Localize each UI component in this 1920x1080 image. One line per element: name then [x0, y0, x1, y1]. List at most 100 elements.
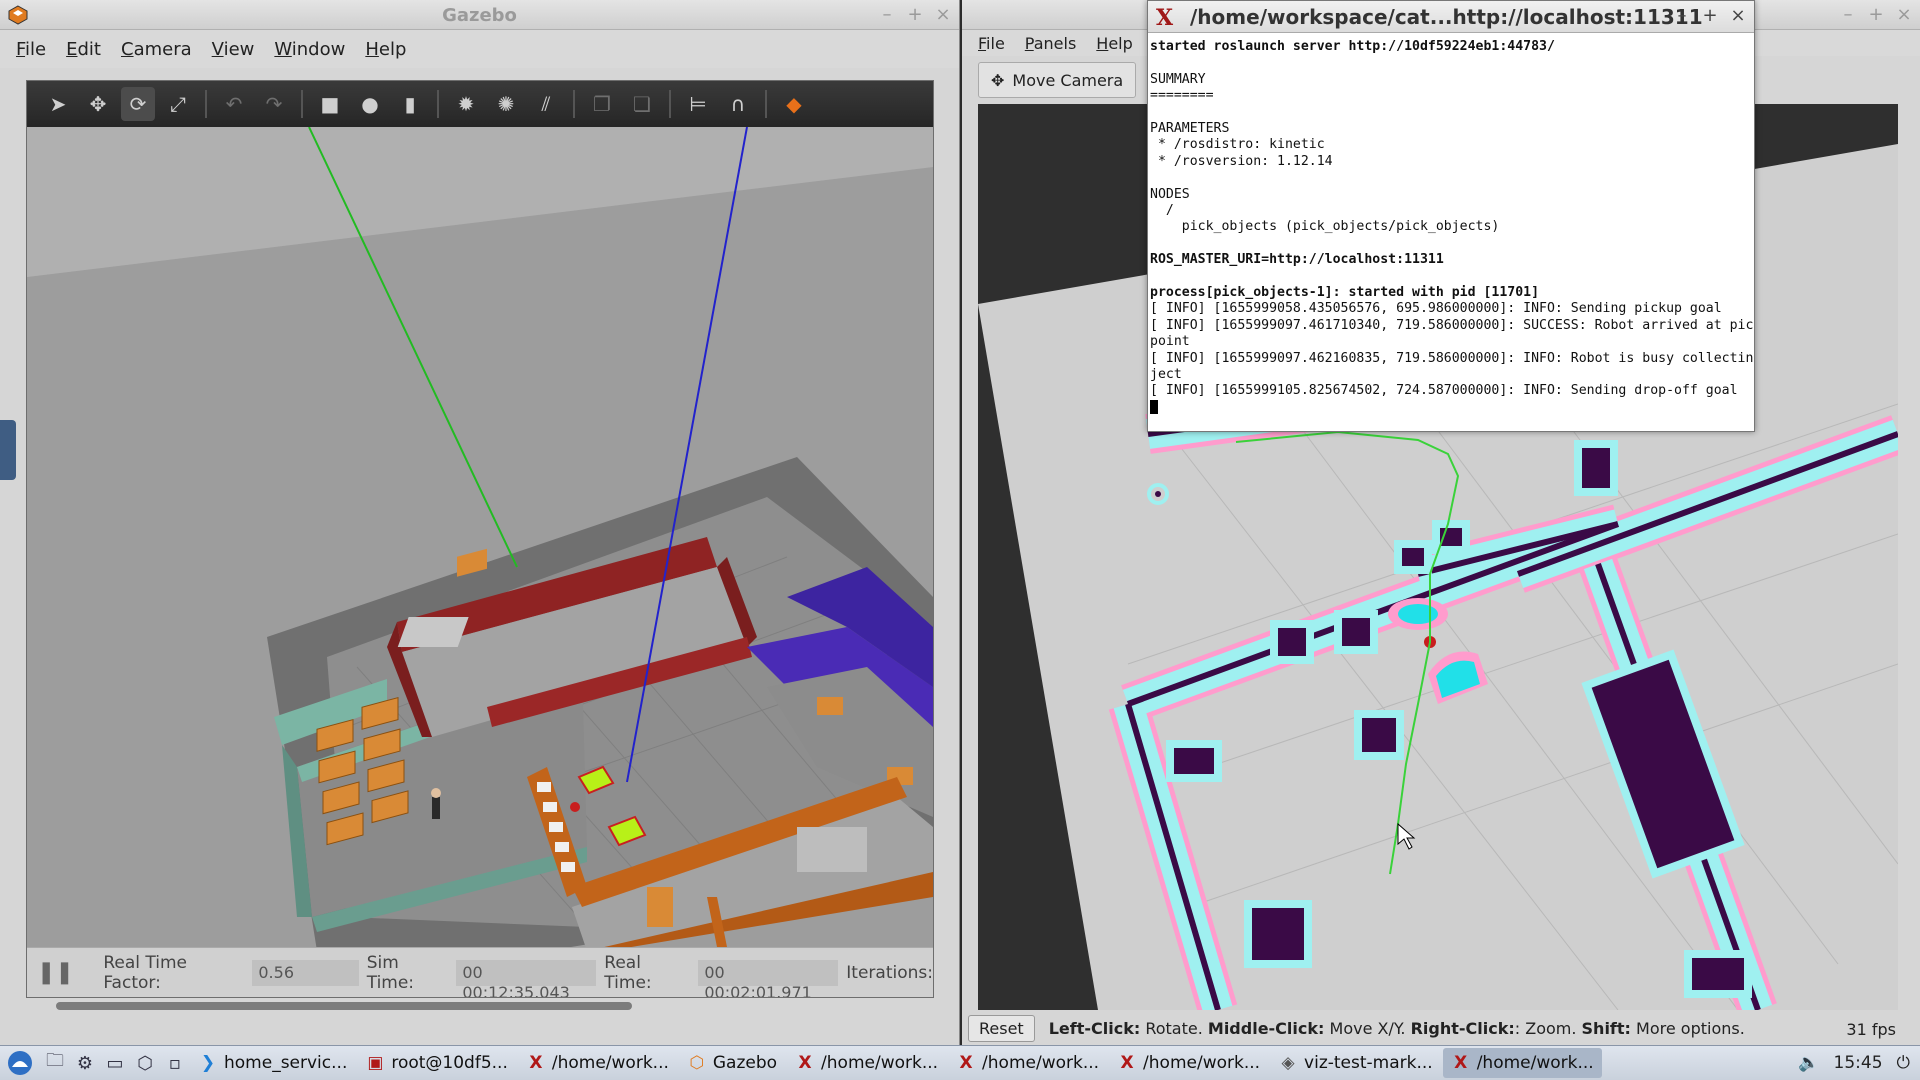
cylinder-icon[interactable]: ▮ [393, 87, 427, 121]
file-manager-icon[interactable]: 🗀 [40, 1048, 70, 1078]
taskbar-task-label: home_servic... [224, 1053, 348, 1073]
box-icon[interactable]: ■ [313, 87, 347, 121]
maximize-icon[interactable]: + [1700, 5, 1720, 26]
task-list: ❯ home_servic... ▣ root@10df5... X/home/work… [190, 1048, 1602, 1078]
snap-icon[interactable]: ∩ [721, 87, 755, 121]
gazebo-window: Gazebo – + × File Edit Camera View Windo… [0, 0, 960, 1045]
pause-icon[interactable]: ❚❚ [37, 960, 74, 985]
close-icon[interactable]: × [1894, 4, 1914, 25]
terminal-line: [ INFO] [1655999058.435056576, 695.98600… [1150, 301, 1722, 317]
taskbar-task[interactable]: X/home/work... [1109, 1048, 1268, 1078]
view-angle-icon[interactable]: ◆ [777, 87, 811, 121]
menu-panels[interactable]: Panels [1017, 30, 1085, 57]
gazebo-toolbar: ➤ ✥ ⟳ ⤢ ↶ ↷ ■ ● ▮ ✹ ✺ ⫽ ❐ ❏ ⊨ ∩ ◆ [27, 81, 933, 127]
workspace-icon[interactable]: ▫ [160, 1048, 190, 1078]
terminal-line: started roslaunch server http://10df5922… [1150, 39, 1555, 54]
left-panel-toggle[interactable] [0, 420, 16, 480]
system-tray: 🔈 15:45 ⏻ [1798, 1053, 1920, 1073]
point-light-icon[interactable]: ✹ [449, 87, 483, 121]
window-launcher-icon[interactable]: ▭ [100, 1048, 130, 1078]
terminal-line: ROS_MASTER_URI=http://localhost:11311 [1150, 252, 1444, 268]
gazebo-menubar: File Edit Camera View Window Help [0, 30, 959, 68]
rviz-statusbar: Reset Left-Click: Rotate. Middle-Click: … [962, 1012, 1920, 1045]
menu-file[interactable]: File [970, 30, 1013, 57]
gazebo-statusbar: ❚❚ Real Time Factor: 0.56 Sim Time: 00 0… [27, 947, 933, 997]
taskbar-task[interactable]: X/home/work... [518, 1048, 677, 1078]
gazebo-icon: ⬡ [689, 1053, 705, 1073]
xterm-icon: X [798, 1053, 812, 1073]
minimize-icon[interactable]: – [877, 4, 897, 25]
minimize-icon[interactable]: – [1672, 5, 1692, 26]
hint-shift-key: Shift: [1581, 1019, 1631, 1038]
volume-icon[interactable]: 🔈 [1798, 1053, 1819, 1073]
hint-left-key: Left-Click: [1048, 1019, 1141, 1038]
menu-camera[interactable]: Camera [113, 35, 200, 64]
move-camera-button[interactable]: ✥ Move Camera [978, 62, 1137, 98]
close-icon[interactable]: × [1728, 5, 1748, 26]
taskbar-task-label: Gazebo [712, 1053, 778, 1073]
fps-readout: 31 fps [1846, 1020, 1896, 1039]
copy-icon[interactable]: ❐ [585, 87, 619, 121]
settings-launcher-icon[interactable]: ⚙ [70, 1048, 100, 1078]
sim-time-label: Sim Time: [366, 952, 415, 993]
xterm-window[interactable]: X /home/workspace/cat...http://localhost… [1147, 0, 1755, 432]
xterm-icon: X [959, 1053, 973, 1073]
terminal-line: NODES [1150, 186, 1190, 202]
menu-view[interactable]: View [204, 35, 263, 64]
gazebo-3d-viewport[interactable]: ➤ ✥ ⟳ ⤢ ↶ ↷ ■ ● ▮ ✹ ✺ ⫽ ❐ ❏ ⊨ ∩ ◆ ❚❚ Rea… [26, 80, 934, 998]
gazebo-scene[interactable] [27, 127, 933, 951]
rotate-icon[interactable]: ⟳ [121, 87, 155, 121]
undo-icon[interactable]: ↶ [217, 87, 251, 121]
minimize-icon[interactable]: – [1838, 4, 1858, 25]
reset-button[interactable]: Reset [968, 1015, 1035, 1042]
taskbar-task[interactable]: ▣ root@10df5... [357, 1048, 516, 1078]
gazebo-titlebar[interactable]: Gazebo – + × [0, 0, 959, 30]
taskbar-task[interactable]: ❯ home_servic... [190, 1048, 355, 1078]
taskbar-task[interactable]: X/home/work... [1442, 1048, 1602, 1078]
terminal-output[interactable]: started roslaunch server http://10df5922… [1148, 33, 1754, 431]
close-icon[interactable]: × [933, 4, 953, 25]
rtf-value: 0.56 [252, 959, 359, 986]
menu-help[interactable]: Help [357, 35, 414, 64]
taskbar-task[interactable]: X/home/work... [948, 1048, 1107, 1078]
taskbar-task-label: /home/work... [821, 1053, 939, 1073]
view-hint: Left-Click: Rotate. Middle-Click: Move X… [1049, 1019, 1745, 1038]
translate-icon[interactable]: ✥ [81, 87, 115, 121]
taskbar-task[interactable]: ⬡ Gazebo [679, 1048, 785, 1078]
maximize-icon[interactable]: + [905, 4, 925, 25]
terminal-line: pick_objects (pick_objects/pick_objects) [1150, 219, 1500, 235]
terminal-line: [ INFO] [1655999097.461710340, 719.58600… [1150, 317, 1754, 333]
menu-edit[interactable]: Edit [58, 35, 109, 64]
menu-file[interactable]: File [8, 35, 54, 64]
select-icon[interactable]: ➤ [41, 87, 75, 121]
terminal-line: PARAMETERS [1150, 121, 1230, 136]
gazebo-horizontal-scrollbar[interactable] [56, 1002, 632, 1010]
directional-light-icon[interactable]: ⫽ [529, 87, 563, 121]
gazebo-launcher-icon[interactable]: ⬡ [130, 1048, 160, 1078]
scale-icon[interactable]: ⤢ [161, 87, 195, 121]
terminal-line: [ INFO] [1655999097.462160835, 719.58600… [1150, 350, 1754, 366]
spot-light-icon[interactable]: ✺ [489, 87, 523, 121]
power-icon[interactable]: ⏻ [1897, 1053, 1910, 1073]
taskbar-task[interactable]: ◈ viz-test-mark... [1270, 1048, 1441, 1078]
menu-window[interactable]: Window [266, 35, 353, 64]
start-menu-button[interactable] [0, 1046, 40, 1080]
align-icon[interactable]: ⊨ [681, 87, 715, 121]
start-icon [8, 1051, 32, 1075]
paste-icon[interactable]: ❏ [625, 87, 659, 121]
maximize-icon[interactable]: + [1866, 4, 1886, 25]
sphere-icon[interactable]: ● [353, 87, 387, 121]
iterations-label: Iterations: [846, 962, 933, 983]
taskbar-task[interactable]: X/home/work... [787, 1048, 946, 1078]
rviz-toolbar: ✥ Move Camera [978, 62, 1137, 100]
terminal-line: ======== [1150, 88, 1214, 104]
xterm-titlebar[interactable]: X /home/workspace/cat...http://localhost… [1148, 1, 1754, 33]
vscode-icon: ❯ [200, 1053, 216, 1073]
menu-help[interactable]: Help [1088, 30, 1140, 57]
clock[interactable]: 15:45 [1834, 1053, 1883, 1073]
redo-icon[interactable]: ↷ [257, 87, 291, 121]
